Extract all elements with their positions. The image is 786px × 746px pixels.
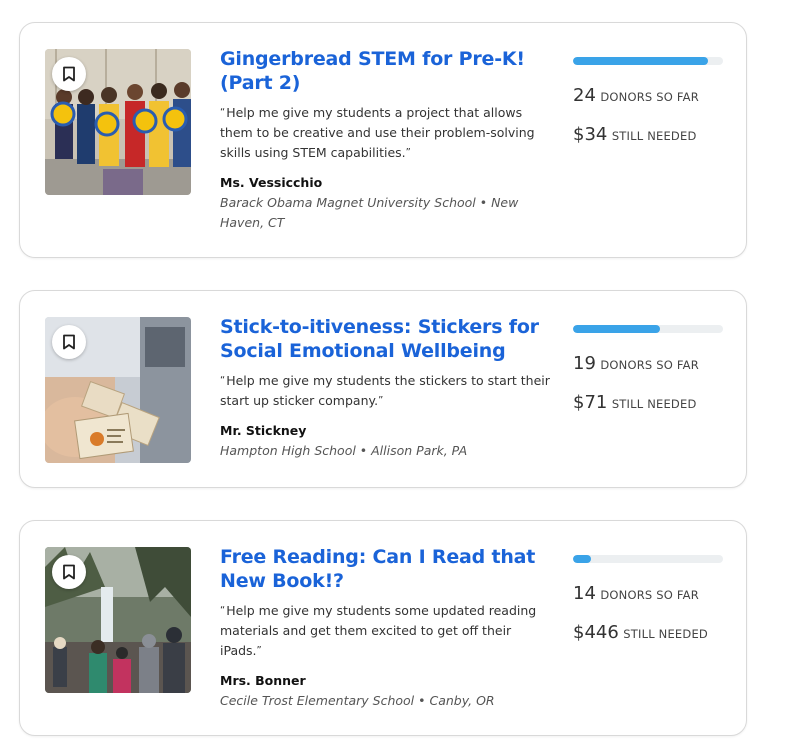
- project-title[interactable]: Gingerbread STEM for Pre-K! (Part 2): [220, 47, 552, 95]
- project-card[interactable]: Gingerbread STEM for Pre-K! (Part 2) “He…: [19, 22, 747, 258]
- bookmark-icon: [63, 564, 75, 580]
- project-card[interactable]: Stick-to-itiveness: Stickers for Social …: [19, 290, 747, 488]
- needed-label: STILL NEEDED: [623, 627, 708, 641]
- progress-bar-fill: [573, 325, 660, 333]
- project-title[interactable]: Stick-to-itiveness: Stickers for Social …: [220, 315, 552, 363]
- donors-label: DONORS SO FAR: [600, 90, 699, 104]
- donors-number: 14: [573, 583, 596, 604]
- project-info: Gingerbread STEM for Pre-K! (Part 2) “He…: [220, 47, 552, 233]
- bookmark-icon: [63, 334, 75, 350]
- bookmark-button[interactable]: [52, 555, 86, 589]
- project-photo[interactable]: [45, 317, 191, 463]
- progress-bar: [573, 325, 723, 333]
- teacher-name[interactable]: Mrs. Bonner: [220, 673, 552, 688]
- project-quote: “Help me give my students the stickers t…: [220, 373, 550, 408]
- bookmark-button[interactable]: [52, 325, 86, 359]
- bookmark-icon: [63, 66, 75, 82]
- needed-amount: $71: [573, 392, 608, 413]
- teacher-name[interactable]: Mr. Stickney: [220, 423, 552, 438]
- project-stats: 19 DONORS SO FAR $71 STILL NEEDED: [573, 325, 723, 413]
- still-needed: $71 STILL NEEDED: [573, 392, 723, 413]
- progress-bar: [573, 555, 723, 563]
- donors-number: 24: [573, 85, 596, 106]
- project-card[interactable]: Free Reading: Can I Read that New Book!?…: [19, 520, 747, 736]
- donors-label: DONORS SO FAR: [600, 358, 699, 372]
- project-stats: 24 DONORS SO FAR $34 STILL NEEDED: [573, 57, 723, 145]
- progress-bar: [573, 57, 723, 65]
- donors-number: 19: [573, 353, 596, 374]
- teacher-name[interactable]: Ms. Vessicchio: [220, 175, 552, 190]
- project-info: Free Reading: Can I Read that New Book!?…: [220, 545, 552, 711]
- project-list: Gingerbread STEM for Pre-K! (Part 2) “He…: [0, 0, 786, 746]
- project-stats: 14 DONORS SO FAR $446 STILL NEEDED: [573, 555, 723, 643]
- project-photo[interactable]: [45, 547, 191, 693]
- needed-amount: $34: [573, 124, 608, 145]
- project-title[interactable]: Free Reading: Can I Read that New Book!?: [220, 545, 552, 593]
- project-quote-text: Help me give my students a project that …: [220, 105, 535, 160]
- needed-label: STILL NEEDED: [611, 129, 697, 143]
- progress-bar-fill: [573, 555, 591, 563]
- project-quote-text: Help me give my students the stickers to…: [220, 373, 550, 408]
- still-needed: $34 STILL NEEDED: [573, 124, 723, 145]
- needed-amount: $446: [573, 622, 619, 643]
- project-quote: “Help me give my students a project that…: [220, 105, 535, 160]
- needed-label: STILL NEEDED: [611, 397, 697, 411]
- donors-count: 14 DONORS SO FAR: [573, 583, 723, 604]
- school-location: Barack Obama Magnet University School • …: [220, 195, 519, 230]
- donors-count: 19 DONORS SO FAR: [573, 353, 723, 374]
- still-needed: $446 STILL NEEDED: [573, 622, 723, 643]
- bookmark-button[interactable]: [52, 57, 86, 91]
- project-quote-text: Help me give my students some updated re…: [220, 603, 537, 658]
- school-location: Cecile Trost Elementary School • Canby, …: [220, 693, 495, 708]
- donors-label: DONORS SO FAR: [600, 588, 699, 602]
- donors-count: 24 DONORS SO FAR: [573, 85, 723, 106]
- project-quote: “Help me give my students some updated r…: [220, 603, 537, 658]
- progress-bar-fill: [573, 57, 708, 65]
- project-info: Stick-to-itiveness: Stickers for Social …: [220, 315, 552, 461]
- project-photo[interactable]: [45, 49, 191, 195]
- school-location: Hampton High School • Allison Park, PA: [220, 443, 468, 458]
